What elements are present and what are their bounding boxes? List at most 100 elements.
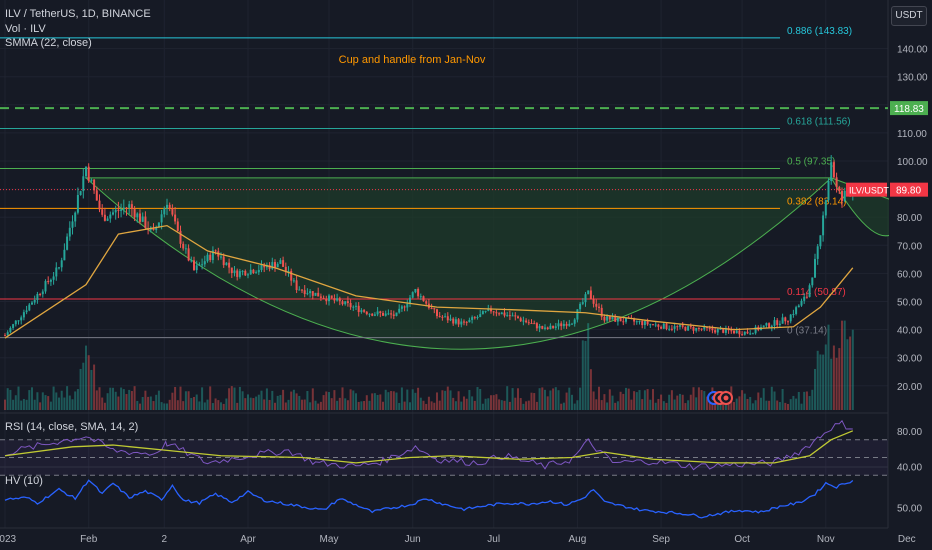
- candle-body[interactable]: [298, 289, 301, 291]
- candle-body[interactable]: [606, 316, 609, 321]
- candle-body[interactable]: [773, 320, 776, 326]
- candle-body[interactable]: [201, 264, 204, 266]
- candle-body[interactable]: [363, 310, 366, 312]
- candle-body[interactable]: [730, 330, 733, 332]
- candle-body[interactable]: [184, 248, 187, 250]
- candle-body[interactable]: [14, 320, 17, 325]
- candle-body[interactable]: [824, 200, 827, 216]
- candle-body[interactable]: [751, 333, 754, 335]
- candle-body[interactable]: [166, 204, 168, 209]
- candle-body[interactable]: [274, 262, 276, 268]
- candle-body[interactable]: [179, 230, 182, 244]
- candle-body[interactable]: [832, 162, 835, 178]
- candle-body[interactable]: [168, 204, 171, 209]
- candle-body[interactable]: [681, 325, 684, 327]
- candle-body[interactable]: [392, 314, 395, 316]
- candle-body[interactable]: [222, 256, 225, 266]
- candle-body[interactable]: [673, 326, 676, 329]
- candle-body[interactable]: [511, 315, 514, 317]
- candle-body[interactable]: [546, 327, 549, 329]
- candle-body[interactable]: [357, 305, 360, 313]
- candle-body[interactable]: [662, 323, 665, 329]
- candle-body[interactable]: [438, 316, 441, 318]
- candle-body[interactable]: [722, 328, 725, 333]
- candle-body[interactable]: [373, 314, 376, 316]
- candle-body[interactable]: [670, 328, 673, 330]
- candle-body[interactable]: [41, 291, 44, 295]
- candle-body[interactable]: [349, 302, 352, 308]
- candle-body[interactable]: [403, 306, 406, 308]
- candle-body[interactable]: [241, 270, 244, 272]
- candle-body[interactable]: [376, 311, 379, 315]
- candle-body[interactable]: [446, 316, 449, 321]
- candle-body[interactable]: [795, 307, 798, 314]
- candle-body[interactable]: [654, 324, 657, 326]
- candle-body[interactable]: [422, 296, 425, 302]
- candle-body[interactable]: [44, 281, 47, 292]
- candle-body[interactable]: [244, 270, 247, 276]
- candle-body[interactable]: [160, 214, 163, 223]
- candle-body[interactable]: [333, 298, 336, 301]
- candle-body[interactable]: [87, 166, 90, 181]
- candle-body[interactable]: [128, 204, 131, 208]
- candle-body[interactable]: [95, 190, 98, 201]
- rsi-legend[interactable]: RSI (14, close, SMA, 14, 2): [5, 421, 138, 434]
- candle-body[interactable]: [163, 208, 166, 215]
- candle-body[interactable]: [346, 301, 349, 303]
- candle-body[interactable]: [109, 214, 112, 219]
- candle-body[interactable]: [12, 324, 15, 328]
- candle-body[interactable]: [768, 323, 771, 328]
- candle-body[interactable]: [433, 308, 436, 310]
- candle-body[interactable]: [58, 267, 60, 269]
- candle-body[interactable]: [314, 292, 317, 296]
- candle-body[interactable]: [814, 258, 816, 278]
- candle-body[interactable]: [441, 316, 444, 318]
- candle-body[interactable]: [4, 335, 6, 337]
- candle-body[interactable]: [425, 301, 428, 304]
- candle-body[interactable]: [290, 270, 293, 281]
- candle-body[interactable]: [203, 261, 206, 265]
- candle-body[interactable]: [811, 277, 814, 286]
- candle-body[interactable]: [171, 208, 174, 215]
- event-icons[interactable]: [707, 391, 733, 405]
- candle-body[interactable]: [33, 300, 36, 303]
- candle-body[interactable]: [22, 312, 25, 318]
- candle-body[interactable]: [646, 320, 649, 325]
- candle-body[interactable]: [805, 296, 808, 298]
- candle-body[interactable]: [538, 325, 541, 329]
- candle-body[interactable]: [800, 300, 803, 306]
- candle-body[interactable]: [93, 179, 96, 191]
- candle-body[interactable]: [112, 212, 114, 215]
- candle-body[interactable]: [190, 260, 193, 262]
- candle-body[interactable]: [319, 296, 322, 298]
- candle-body[interactable]: [47, 281, 50, 283]
- candle-body[interactable]: [28, 304, 31, 311]
- candle-body[interactable]: [711, 328, 714, 331]
- candle-body[interactable]: [436, 309, 438, 317]
- candle-body[interactable]: [136, 213, 139, 218]
- candle-body[interactable]: [144, 216, 147, 229]
- candle-body[interactable]: [60, 260, 63, 268]
- candle-body[interactable]: [31, 302, 33, 305]
- candle-body[interactable]: [417, 288, 420, 297]
- candle-body[interactable]: [284, 266, 287, 272]
- candle-body[interactable]: [819, 235, 822, 247]
- candle-body[interactable]: [365, 311, 368, 315]
- candle-body[interactable]: [778, 323, 781, 325]
- candle-body[interactable]: [387, 313, 390, 315]
- candle-body[interactable]: [114, 209, 117, 213]
- candle-body[interactable]: [303, 290, 306, 295]
- candle-body[interactable]: [71, 221, 74, 228]
- candle-body[interactable]: [17, 320, 20, 322]
- candle-body[interactable]: [68, 227, 71, 237]
- candle-body[interactable]: [571, 323, 573, 325]
- candle-body[interactable]: [247, 274, 249, 276]
- candle-body[interactable]: [282, 260, 285, 267]
- currency-button[interactable]: USDT: [891, 6, 927, 26]
- candle-body[interactable]: [830, 162, 833, 182]
- candle-body[interactable]: [638, 321, 641, 323]
- candle-body[interactable]: [789, 314, 792, 322]
- candle-body[interactable]: [473, 317, 476, 319]
- candle-body[interactable]: [36, 293, 39, 301]
- candle-body[interactable]: [82, 176, 85, 192]
